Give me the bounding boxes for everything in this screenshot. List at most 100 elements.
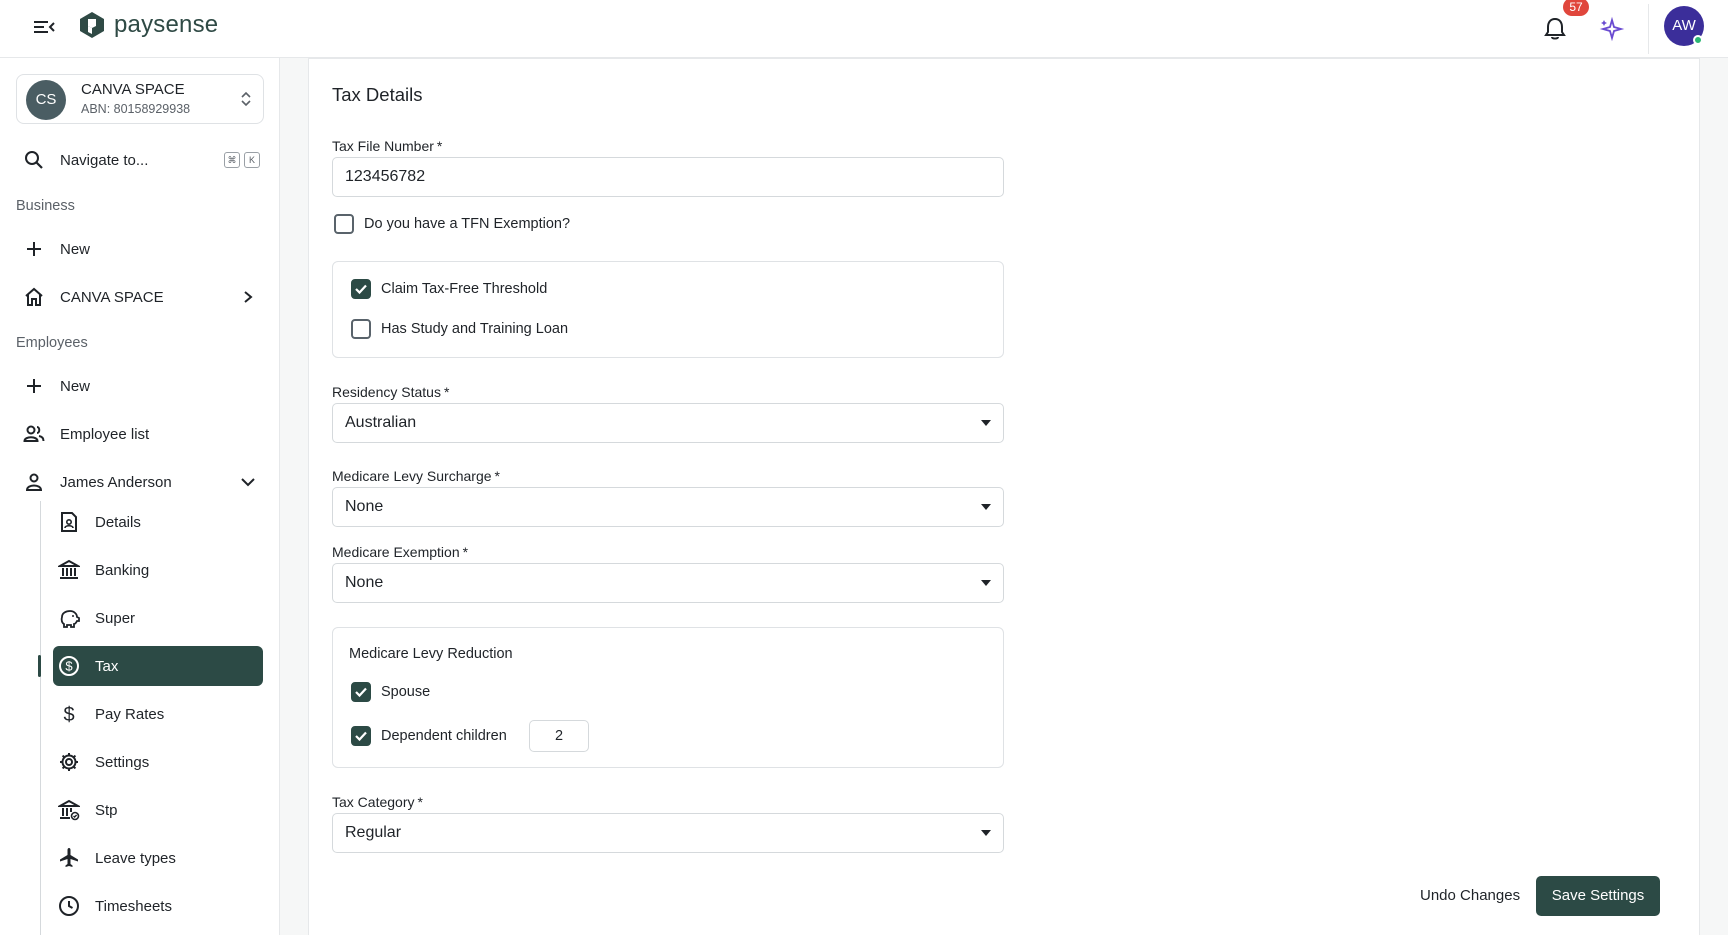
mls-label-text: Medicare Levy Surcharge [332,468,492,484]
business-section-label: Business [16,198,75,214]
subnav-timesheets[interactable]: Timesheets [53,886,263,926]
subnav-label: Leave types [95,849,176,867]
subnav-label: Timesheets [95,897,172,915]
tfn-label: Tax File Number * [332,138,442,154]
tfn-label-text: Tax File Number [332,138,434,154]
navigate-label: Navigate to... [60,151,149,169]
subnav-details[interactable]: Details [53,502,263,542]
brand-name: paysense [114,11,219,38]
person-icon [22,470,46,494]
undo-changes-button[interactable]: Undo Changes [1412,877,1528,915]
org-abn: ABN: 80158929938 [81,102,191,116]
employee-list[interactable]: Employee list [16,414,264,454]
business-canva-space[interactable]: CANVA SPACE [16,277,264,317]
ai-sparkle-icon[interactable] [1596,14,1626,44]
residency-label: Residency Status * [332,384,449,400]
kbd-k: K [244,152,260,168]
employees-new[interactable]: New [16,366,264,406]
menu-collapse-icon[interactable] [30,16,58,38]
claim-threshold-label: Claim Tax-Free Threshold [381,281,548,297]
claim-threshold-checkbox[interactable]: Claim Tax-Free Threshold [351,279,547,299]
svg-text:$: $ [65,659,73,674]
tfn-value: 123456782 [345,168,426,185]
required-mark: * [462,544,469,560]
subnav-label: Stp [95,801,118,819]
org-name: CANVA SPACE [81,81,185,98]
study-loan-label: Has Study and Training Loan [381,321,569,337]
checkbox-checked-icon [351,682,371,702]
employee-james-anderson[interactable]: James Anderson [16,462,264,502]
medicare-exemption-select[interactable]: None [332,563,1004,603]
dollar-icon: $ [57,702,81,726]
kbd-cmd: ⌘ [224,152,240,168]
home-icon [22,285,46,309]
threshold-options-box [332,261,1004,358]
medicare-exemption-label: Medicare Exemption * [332,544,468,560]
medicare-exemption-value: None [345,574,384,591]
navigate-search[interactable]: Navigate to... ⌘ K [16,140,264,180]
residency-select[interactable]: Australian [332,403,1004,443]
tax-category-label: Tax Category * [332,794,423,810]
study-loan-checkbox[interactable]: Has Study and Training Loan [351,319,568,339]
business-new[interactable]: New [16,229,264,269]
subnav-label: Settings [95,753,150,771]
dropdown-caret-icon [981,580,991,586]
chevron-right-icon [244,291,253,303]
unfold-icon [241,91,251,107]
dependent-children-label: Dependent children [381,728,507,744]
tax-category-label-text: Tax Category [332,794,415,810]
search-icon [22,148,46,172]
svg-text:$: $ [63,704,74,725]
subnav-label: Details [95,513,141,531]
bank-icon [57,558,81,582]
checkbox-checked-icon [351,726,371,746]
required-mark: * [417,794,423,810]
checkbox-unchecked-icon [334,214,354,234]
mls-value: None [345,498,384,515]
subnav-settings[interactable]: Settings [53,742,263,782]
spouse-label: Spouse [381,684,431,700]
subnav-stp[interactable]: Stp [53,790,263,830]
subnav-super[interactable]: Super [53,598,263,638]
people-icon [22,422,46,446]
notifications-bell-icon[interactable] [1540,14,1570,44]
subnav-tax[interactable]: $ Tax [53,646,263,686]
org-switcher[interactable]: CS CANVA SPACE ABN: 80158929938 [16,74,264,124]
employees-new-label: New [60,377,91,395]
residency-value: Australian [345,414,417,431]
mls-select[interactable]: None [332,487,1004,527]
piggy-bank-icon [57,606,81,630]
brand-logo[interactable]: paysense [78,10,218,40]
org-avatar: CS [26,80,66,120]
active-indicator [38,655,41,677]
plus-icon [22,374,46,398]
tfn-exemption-checkbox[interactable]: Do you have a TFN Exemption? [334,214,570,234]
save-settings-button[interactable]: Save Settings [1536,876,1660,916]
spouse-checkbox[interactable]: Spouse [351,682,430,702]
notification-badge: 57 [1563,0,1589,16]
page-title: Tax Details [332,84,423,105]
required-mark: * [494,468,500,484]
medicare-exemption-label-text: Medicare Exemption [332,544,460,560]
subnav-leave-types[interactable]: Leave types [53,838,263,878]
tfn-input[interactable]: 123456782 [332,157,1004,197]
required-mark: * [436,138,443,154]
paysense-logo-icon [80,12,104,38]
clock-icon [57,894,81,918]
residency-label-text: Residency Status [332,384,441,400]
subnav-pay-rates[interactable]: $ Pay Rates [53,694,263,734]
subnav-label: Super [95,609,136,627]
chevron-down-icon [241,478,255,487]
dependent-children-checkbox[interactable]: Dependent children [351,726,507,746]
checkbox-checked-icon [351,279,371,299]
subnav-banking[interactable]: Banking [53,550,263,590]
dropdown-caret-icon [981,420,991,426]
tax-category-select[interactable]: Regular [332,813,1004,853]
dependent-count-input[interactable]: 2 [529,720,589,752]
required-mark: * [443,384,450,400]
sidebar: CS CANVA SPACE ABN: 80158929938 Navigate… [0,58,280,935]
tfn-exemption-label: Do you have a TFN Exemption? [364,216,571,232]
document-person-icon [57,510,81,534]
online-status-dot [1693,35,1703,45]
employee-list-label: Employee list [60,425,150,443]
